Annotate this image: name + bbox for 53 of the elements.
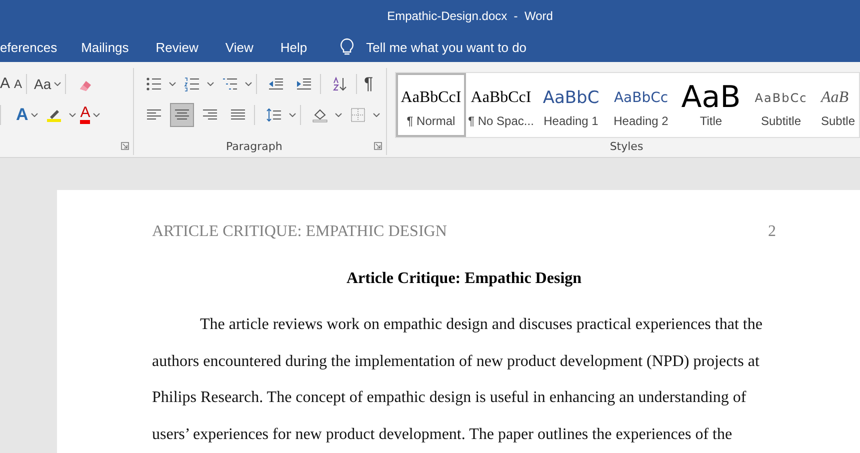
ribbon-tab[interactable]: Help (280, 40, 308, 54)
change-case-button[interactable]: Aa (34, 76, 52, 92)
style-gallery-item[interactable]: AaB Title (676, 73, 746, 137)
dropdown-caret-icon[interactable] (207, 82, 214, 86)
running-header: ARTICLE CRITIQUE: EMPATHIC DESIGN (152, 223, 447, 241)
dialog-launcher-icon[interactable] (121, 142, 129, 150)
justify-icon (230, 106, 246, 122)
dropdown-caret-icon[interactable] (93, 112, 100, 116)
body-paragraph: The article reviews work on empathic design and discuses practical experiences that the authors encountered during the implementation of new product development (NPD) projects at Philips Research. The concept of empathic design is useful in enhancing an understanding of users’ experiences for new product development. The paper outlines the experiences of the (152, 315, 764, 444)
line-spacing-icon[interactable] (266, 106, 282, 122)
dropdown-caret-icon[interactable] (31, 112, 38, 116)
increase-indent-icon[interactable] (296, 76, 312, 92)
sort-icon[interactable] (332, 76, 348, 92)
dropdown-caret-icon[interactable] (245, 82, 252, 86)
borders-icon[interactable] (350, 106, 366, 122)
document-title: Article Critique: Empathic Design (345, 270, 583, 288)
dropdown-caret-icon[interactable] (169, 82, 176, 86)
numbered-list-icon[interactable] (184, 76, 200, 92)
style-gallery-item[interactable]: AaBbCcI ¶ Normal (396, 73, 466, 137)
style-gallery-item[interactable]: AaB Subtle (816, 73, 858, 137)
dropdown-caret-icon[interactable] (54, 82, 62, 86)
shrink-font-button[interactable]: A (14, 76, 22, 90)
style-gallery-item[interactable]: AaBbCcI ¶ No Spac... (466, 73, 536, 137)
style-gallery-item[interactable]: AaBbCc Subtitle (746, 73, 816, 137)
align-right-icon (202, 106, 218, 122)
ribbon-tab[interactable]: Review (156, 40, 198, 54)
dropdown-caret-icon[interactable] (335, 112, 342, 116)
show-formatting-button[interactable]: ¶ (364, 74, 374, 94)
window-title: Empathic-Design.docx - Word (387, 9, 553, 23)
ribbon-tab[interactable]: Mailings (81, 40, 129, 54)
bullet-list-icon[interactable] (146, 76, 162, 92)
paint-bucket-icon[interactable] (312, 106, 328, 122)
tell-me-search-field[interactable]: Tell me what you want to do (366, 40, 527, 54)
align-left-icon (146, 106, 162, 122)
style-gallery-item[interactable]: AaBbC Heading 1 (536, 73, 606, 137)
dialog-launcher-icon[interactable] (374, 142, 382, 150)
dropdown-caret-icon[interactable] (69, 112, 76, 116)
center-align-button[interactable] (170, 102, 194, 126)
ribbon-tab[interactable]: View (225, 40, 254, 54)
lightbulb-icon[interactable] (340, 38, 354, 56)
grow-font-button[interactable]: A (0, 75, 10, 92)
multilevel-list-icon[interactable] (222, 76, 238, 92)
group-label: Paragraph (226, 140, 282, 152)
decrease-indent-icon[interactable] (268, 76, 284, 92)
group-label: Styles (610, 140, 644, 153)
style-gallery-item[interactable]: AaBbCc Heading 2 (606, 73, 676, 137)
font-color-button[interactable]: A (80, 106, 90, 124)
ribbon-tab[interactable]: eferences (0, 40, 58, 54)
dropdown-caret-icon[interactable] (289, 112, 296, 116)
page-number: 2 (768, 223, 776, 241)
text-effects-button[interactable]: A (16, 104, 28, 124)
dropdown-caret-icon[interactable] (373, 112, 380, 116)
align-center-icon (174, 106, 190, 122)
